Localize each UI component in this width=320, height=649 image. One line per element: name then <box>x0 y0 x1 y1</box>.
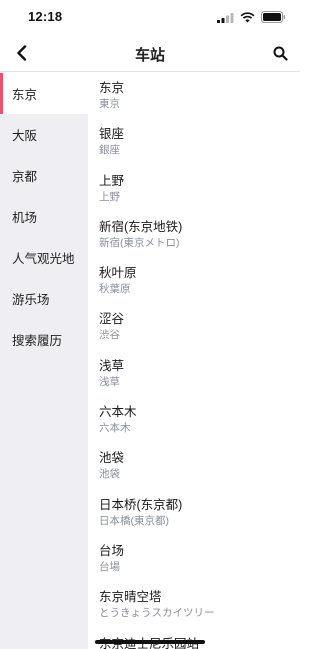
status-icons <box>217 11 286 23</box>
station-name: 浅草 <box>99 358 125 373</box>
station-item[interactable]: 日本桥(东京都) 日本橋(東京都) <box>88 490 300 536</box>
sidebar-item-label: 东京 <box>12 88 38 102</box>
station-item[interactable]: 新宿(东京地铁) 新宿(東京メトロ) <box>88 212 300 258</box>
station-local-name: 渋谷 <box>99 329 120 342</box>
station-local-name: 日本橋(東京都) <box>99 514 169 527</box>
sidebar-item-label: 京都 <box>12 170 38 184</box>
station-item[interactable]: 上野 上野 <box>88 166 300 212</box>
sidebar-item-tokyo[interactable]: 东京 <box>0 73 88 114</box>
station-local-name: 台場 <box>99 560 120 573</box>
station-name: 银座 <box>99 127 125 142</box>
station-local-name: 東京 <box>99 98 120 110</box>
sidebar-item-label: 人气观光地 <box>12 252 75 266</box>
station-list[interactable]: 东京 東京 银座 銀座 上野 上野 新宿(东京地铁) 新宿(東京メトロ) 秋叶原… <box>88 73 300 649</box>
signal-icon <box>217 12 234 23</box>
station-local-name: 新宿(東京メトロ) <box>99 236 180 249</box>
station-item[interactable]: 池袋 池袋 <box>88 443 300 489</box>
home-indicator[interactable] <box>95 640 205 644</box>
sidebar-item-label: 搜索履历 <box>12 334 63 348</box>
sidebar-item-osaka[interactable]: 大阪 <box>0 114 88 155</box>
station-name: 六本木 <box>99 405 137 420</box>
station-item[interactable]: 涩谷 渋谷 <box>88 304 300 350</box>
station-name: 东京 <box>99 81 125 95</box>
station-local-name: 上野 <box>99 190 120 203</box>
station-name: 涩谷 <box>99 312 125 327</box>
station-item[interactable]: 浅草 浅草 <box>88 351 300 397</box>
page-title: 车站 <box>134 47 165 64</box>
station-local-name: 秋葉原 <box>99 283 131 296</box>
station-name: 池袋 <box>99 451 125 466</box>
station-name: 台场 <box>99 543 125 558</box>
station-local-name: 六本木 <box>99 422 131 435</box>
station-name: 东京晴空塔 <box>99 590 162 605</box>
station-item[interactable]: 银座 銀座 <box>88 119 300 165</box>
search-icon <box>273 46 288 61</box>
station-item[interactable]: 东京迪士尼乐园站 <box>88 629 300 649</box>
station-name: 新宿(东京地铁) <box>99 219 183 234</box>
station-local-name: 銀座 <box>99 144 120 157</box>
sidebar-item-popular-sights[interactable]: 人气观光地 <box>0 237 88 278</box>
sidebar-item-airport[interactable]: 机场 <box>0 196 88 237</box>
station-local-name: 池袋 <box>99 468 120 481</box>
category-sidebar: 东京 大阪 京都 机场 人气观光地 游乐场 搜索履历 <box>0 73 88 649</box>
wifi-icon <box>240 11 255 22</box>
sidebar-item-label: 游乐场 <box>12 293 50 307</box>
search-button[interactable] <box>268 42 292 64</box>
station-local-name: 浅草 <box>99 375 120 388</box>
status-time: 12:18 <box>28 9 63 24</box>
sidebar-item-search-history[interactable]: 搜索履历 <box>0 319 88 360</box>
sidebar-item-label: 机场 <box>12 211 38 225</box>
station-item[interactable]: 东京晴空塔 とうきょうスカイツリー <box>88 582 300 628</box>
station-local-name: とうきょうスカイツリー <box>99 607 215 620</box>
station-item[interactable]: 东京 東京 <box>88 73 300 119</box>
nav-bar: 车站 <box>0 34 300 72</box>
sidebar-item-label: 大阪 <box>12 129 38 143</box>
station-item[interactable]: 秋叶原 秋葉原 <box>88 258 300 304</box>
station-name: 上野 <box>99 173 125 188</box>
battery-icon <box>261 11 286 23</box>
sidebar-item-amusement-park[interactable]: 游乐场 <box>0 278 88 319</box>
status-bar: 12:18 <box>0 0 300 34</box>
station-name: 日本桥(东京都) <box>99 497 183 512</box>
station-name: 秋叶原 <box>99 266 137 281</box>
station-item[interactable]: 六本木 六本木 <box>88 397 300 443</box>
station-item[interactable]: 台场 台場 <box>88 536 300 582</box>
sidebar-item-kyoto[interactable]: 京都 <box>0 155 88 196</box>
